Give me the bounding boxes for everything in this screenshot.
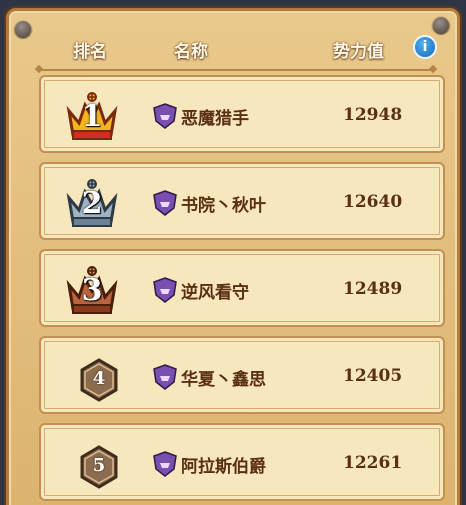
gold-crown-icon: 1 — [63, 87, 121, 145]
ranking-row[interactable]: 5 阿拉斯伯爵 12261 — [39, 423, 445, 501]
rank-hexagon-icon: 4 — [79, 358, 119, 402]
player-name: 书院丶秋叶 — [181, 196, 266, 216]
header-divider — [39, 69, 433, 71]
header-name-label: 名称 — [174, 42, 208, 62]
rank-number: 2 — [81, 186, 103, 221]
leaderboard-panel: 排名 名称 势力值 i 1 恶魔猎手 12948 2 书院丶秋叶 12640 3… — [6, 8, 460, 505]
ranking-row[interactable]: 4 华夏丶鑫思 12405 — [39, 336, 445, 414]
silver-crown-icon: 2 — [63, 174, 121, 232]
player-badge-icon — [153, 451, 177, 477]
player-badge-icon — [153, 364, 177, 390]
player-badge-icon — [153, 277, 177, 303]
power-value: 12261 — [343, 453, 403, 473]
ranking-row[interactable]: 1 恶魔猎手 12948 — [39, 75, 445, 153]
player-badge-icon — [153, 103, 177, 129]
player-name: 逆风看守 — [181, 283, 249, 303]
player-name: 恶魔猎手 — [181, 109, 249, 129]
header-power-label: 势力值 — [333, 42, 384, 62]
power-value: 12640 — [343, 192, 403, 212]
power-value: 12405 — [343, 366, 403, 386]
player-badge-icon — [153, 190, 177, 216]
rank-hexagon-icon: 5 — [79, 445, 119, 489]
power-value: 12489 — [343, 279, 403, 299]
player-name: 华夏丶鑫思 — [181, 370, 266, 390]
power-value: 12948 — [343, 105, 403, 125]
rank-number: 5 — [92, 455, 106, 476]
rank-number: 1 — [81, 99, 103, 134]
player-name: 阿拉斯伯爵 — [181, 457, 266, 477]
bronze-crown-icon: 3 — [63, 261, 121, 319]
rank-number: 4 — [92, 368, 106, 389]
ranking-row[interactable]: 3 逆风看守 12489 — [39, 249, 445, 327]
info-icon[interactable]: i — [413, 35, 437, 59]
rank-number: 3 — [81, 273, 103, 308]
header-rank-label: 排名 — [73, 42, 107, 62]
leaderboard-header: 排名 名称 势力值 i — [9, 11, 457, 73]
ranking-row[interactable]: 2 书院丶秋叶 12640 — [39, 162, 445, 240]
